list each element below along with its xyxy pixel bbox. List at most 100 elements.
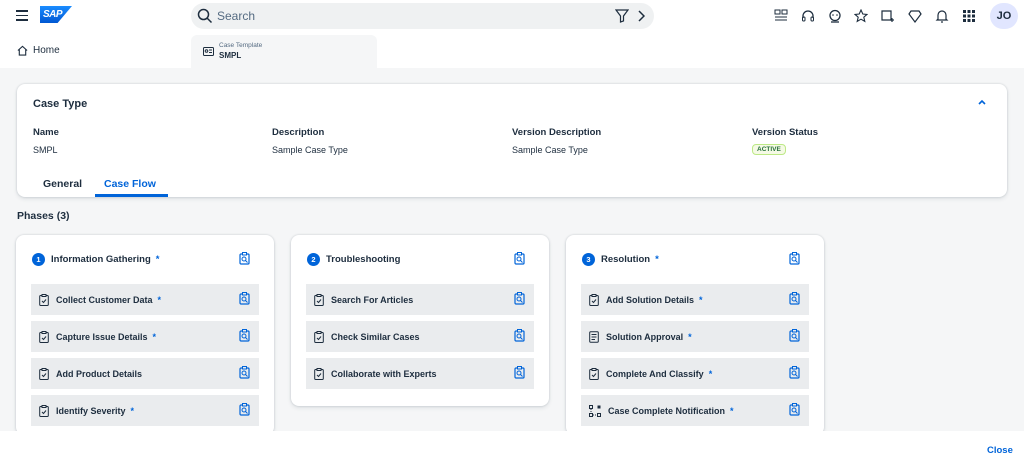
case-type-title: Case Type	[33, 98, 88, 110]
phase-number: 2	[307, 253, 320, 266]
step-check-similar-cases[interactable]: Check Similar Cases	[306, 321, 534, 352]
field-label: Description	[272, 127, 325, 138]
phase-number: 3	[582, 253, 595, 266]
clipboard-search-icon[interactable]	[239, 329, 250, 342]
search-icon	[197, 8, 213, 24]
search-field[interactable]	[191, 3, 654, 29]
clipboard-search-icon[interactable]	[239, 252, 250, 265]
avatar[interactable]: JO	[990, 3, 1018, 29]
step-label: Identify Severity	[56, 405, 126, 416]
step-label: Collect Customer Data	[56, 294, 153, 305]
phase-card-information-gathering: 1 Information Gathering * Collect Custom…	[16, 235, 274, 435]
home-link[interactable]: Home	[17, 45, 60, 56]
step-collaborate-with-experts[interactable]: Collaborate with Experts	[306, 358, 534, 389]
clipboard-search-icon[interactable]	[239, 292, 250, 305]
required-marker: *	[655, 254, 659, 265]
step-label: Add Solution Details	[606, 294, 695, 305]
clipboard-search-icon[interactable]	[514, 252, 525, 265]
step-add-product-details[interactable]: Add Product Details	[31, 358, 259, 389]
field-value: Sample Case Type	[512, 145, 588, 155]
phase-header: 1 Information Gathering *	[32, 253, 159, 266]
clipboard-search-icon[interactable]	[789, 252, 800, 265]
filter-icon[interactable]	[615, 9, 629, 23]
close-button[interactable]: Close	[987, 445, 1013, 456]
step-complete-and-classify[interactable]: Complete And Classify *	[581, 358, 809, 389]
clipboard-search-icon[interactable]	[789, 329, 800, 342]
step-label: Collaborate with Experts	[331, 368, 437, 379]
field-label: Name	[33, 127, 59, 138]
task-clipboard-icon	[39, 367, 49, 380]
user-switch-icon[interactable]	[773, 8, 789, 24]
phase-card-troubleshooting: 2 Troubleshooting Search For Articles Ch…	[291, 235, 549, 406]
task-clipboard-icon	[39, 404, 49, 417]
favorite-icon[interactable]	[853, 8, 869, 24]
clipboard-search-icon[interactable]	[789, 292, 800, 305]
clipboard-search-icon[interactable]	[789, 366, 800, 379]
field-value: Sample Case Type	[272, 145, 348, 155]
step-label: Case Complete Notification	[608, 405, 726, 416]
step-label: Capture Issue Details	[56, 331, 148, 342]
id-card-icon	[203, 47, 214, 56]
tab-general[interactable]: General	[43, 178, 82, 190]
required-marker: *	[155, 254, 160, 265]
step-case-complete-notification[interactable]: Case Complete Notification *	[581, 395, 809, 426]
clipboard-search-icon[interactable]	[239, 366, 250, 379]
task-clipboard-icon	[314, 293, 324, 306]
chevron-up-icon[interactable]	[977, 98, 987, 106]
app-tab-row: Home Case Template SMPL	[0, 33, 1024, 68]
chat-bot-icon[interactable]	[827, 8, 843, 24]
notification-flow-icon	[589, 404, 601, 417]
clipboard-search-icon[interactable]	[239, 403, 250, 416]
status-badge: ACTIVE	[752, 144, 786, 155]
headset-icon[interactable]	[800, 8, 816, 24]
tab-case-flow[interactable]: Case Flow	[104, 178, 156, 190]
step-label: Search For Articles	[331, 294, 414, 305]
task-clipboard-icon	[589, 293, 599, 306]
clipboard-search-icon[interactable]	[514, 292, 525, 305]
step-label: Add Product Details	[56, 368, 143, 379]
phases-title: Phases (3)	[17, 210, 70, 222]
app-tab-case-template[interactable]: Case Template SMPL	[191, 35, 377, 68]
step-add-solution-details[interactable]: Add Solution Details *	[581, 284, 809, 315]
add-tile-icon[interactable]	[880, 8, 896, 24]
task-clipboard-icon	[39, 330, 49, 343]
menu-icon[interactable]	[16, 10, 28, 22]
clipboard-search-icon[interactable]	[514, 329, 525, 342]
required-marker: *	[708, 368, 713, 379]
approval-document-icon	[589, 330, 599, 343]
step-capture-issue-details[interactable]: Capture Issue Details *	[31, 321, 259, 352]
tab-selected-indicator	[95, 194, 168, 197]
phase-header: 2 Troubleshooting	[307, 253, 405, 266]
search-input[interactable]	[217, 7, 587, 25]
required-marker: *	[699, 294, 703, 305]
field-version-status: Version Status ACTIVE	[752, 127, 818, 156]
clipboard-search-icon[interactable]	[514, 366, 525, 379]
required-marker: *	[730, 405, 734, 416]
chevron-right-icon[interactable]	[637, 10, 645, 22]
app-tab-label: Case Template	[219, 42, 263, 49]
sap-logo[interactable]: SAP	[40, 6, 72, 23]
field-label: Version Status	[752, 127, 818, 138]
field-value: SMPL	[33, 145, 58, 155]
clipboard-search-icon[interactable]	[789, 403, 800, 416]
phase-card-resolution: 3 Resolution * Add Solution Details * So…	[566, 235, 824, 435]
required-marker: *	[688, 331, 692, 342]
apps-grid-icon[interactable]	[961, 8, 977, 24]
shell-bar: SAP JO	[0, 0, 1024, 33]
step-label: Solution Approval	[606, 331, 684, 342]
field-label: Version Description	[512, 127, 602, 138]
phase-name: Resolution	[601, 254, 651, 265]
required-marker: *	[152, 331, 157, 342]
phase-name: Troubleshooting	[326, 254, 401, 265]
step-collect-customer-data[interactable]: Collect Customer Data *	[31, 284, 259, 315]
home-icon	[17, 45, 28, 56]
diamond-icon[interactable]	[907, 8, 923, 24]
required-marker: *	[130, 405, 135, 416]
bell-icon[interactable]	[934, 8, 950, 24]
phase-name: Information Gathering	[51, 254, 151, 265]
field-description: Description Sample Case Type	[272, 127, 348, 155]
step-solution-approval[interactable]: Solution Approval *	[581, 321, 809, 352]
step-search-for-articles[interactable]: Search For Articles	[306, 284, 534, 315]
step-identify-severity[interactable]: Identify Severity *	[31, 395, 259, 426]
step-label: Check Similar Cases	[331, 331, 420, 342]
